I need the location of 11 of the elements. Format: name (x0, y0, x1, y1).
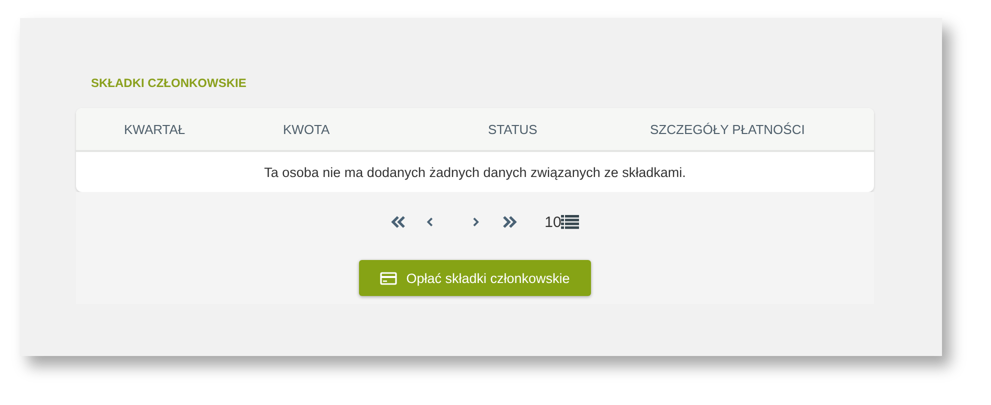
section-title: SKŁADKI CZŁONKOWSKIE (91, 76, 248, 92)
credit-card-icon (380, 272, 398, 284)
column-header: KWOTA (283, 122, 331, 136)
empty-message: Ta osoba nie ma dodanych żadnych danych związanych ze składkami. (264, 164, 686, 180)
column-header: KWARTAŁ (124, 122, 186, 136)
double-right-chevron-icon[interactable] (502, 215, 517, 229)
column-header: SZCZEGÓŁY PŁATNOŚCI (650, 122, 806, 136)
column-header: STATUS (488, 122, 538, 136)
page-size[interactable]: 10 (544, 214, 562, 230)
list-icon[interactable] (561, 215, 580, 229)
double-left-chevron-icon[interactable] (390, 215, 406, 229)
